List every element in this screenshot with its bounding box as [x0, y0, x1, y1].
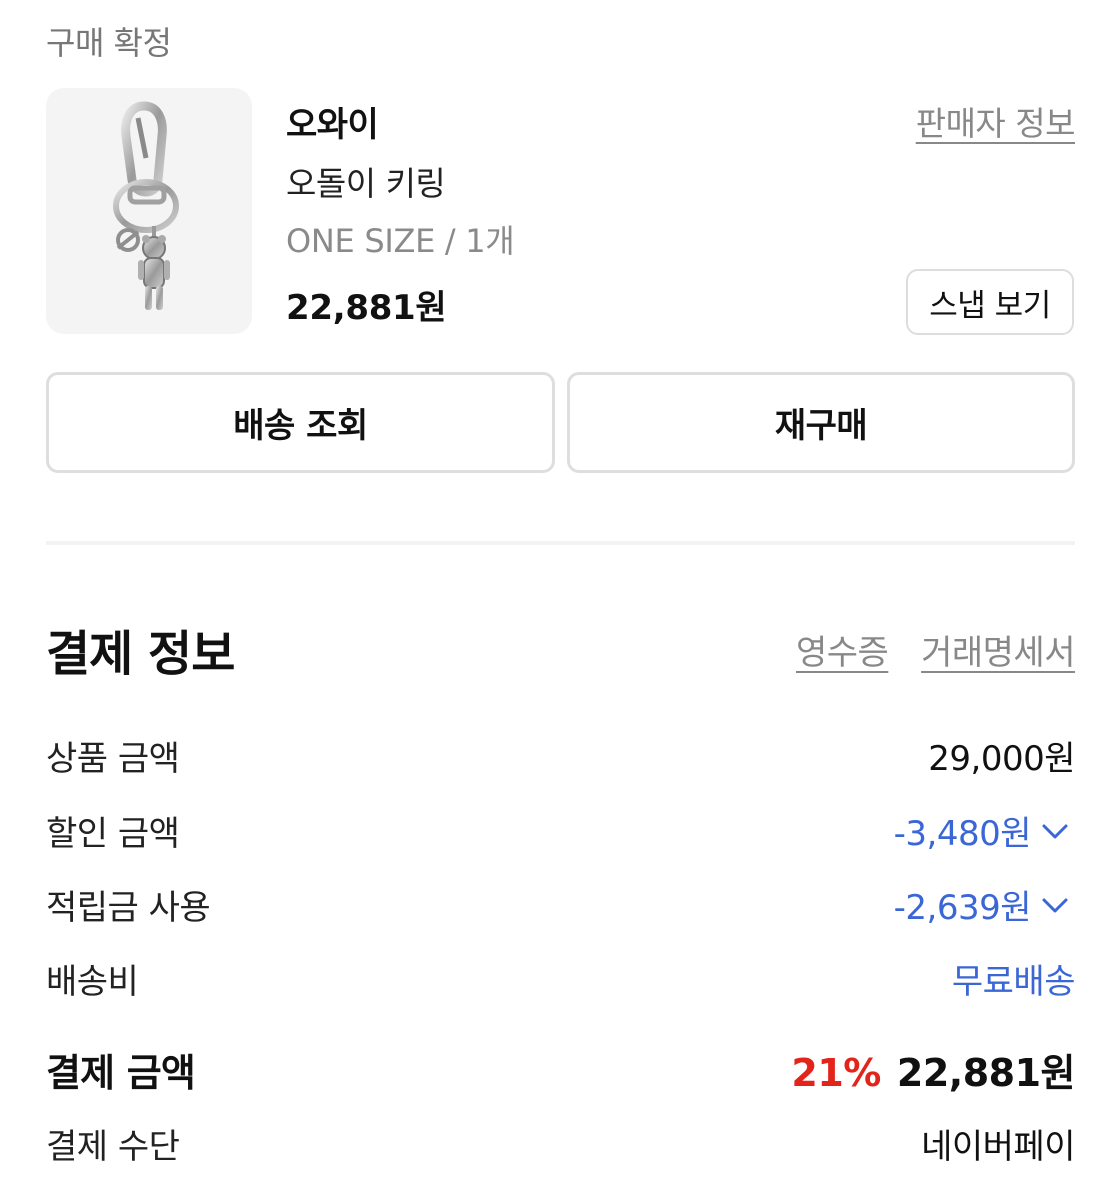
discount-amount-label: 할인 금액: [46, 814, 180, 854]
brand-name[interactable]: 오와이: [286, 97, 379, 146]
chevron-down-icon: [1042, 824, 1068, 838]
shipping-fee-value: 무료배송: [951, 954, 1076, 1003]
total-payment-value: 21% 22,881원: [791, 1042, 1075, 1097]
payment-method-label: 결제 수단: [46, 1127, 180, 1167]
points-used-label: 적립금 사용: [46, 888, 211, 928]
payment-method-value: 네이버페이: [921, 1119, 1075, 1168]
chevron-down-icon: [1042, 898, 1068, 912]
section-divider: [46, 541, 1075, 545]
track-delivery-button[interactable]: 배송 조회: [46, 372, 555, 473]
discount-amount-toggle[interactable]: -3,480원: [894, 806, 1071, 855]
shipping-fee-label: 배송비: [46, 962, 139, 1002]
points-used-toggle[interactable]: -2,639원: [894, 880, 1071, 929]
product-amount-text: 29,000원: [928, 739, 1075, 779]
product-name[interactable]: 오돌이 키링: [286, 157, 446, 205]
order-status-label: 구매 확정: [46, 24, 172, 62]
discount-amount-text: -3,480원: [893, 814, 1032, 854]
payment-method-text: 네이버페이: [921, 1127, 1075, 1167]
product-price: 22,881원: [286, 288, 447, 328]
seller-info-link[interactable]: 판매자 정보: [916, 97, 1076, 145]
discount-rate-badge: 21%: [791, 1051, 881, 1095]
transaction-statement-link[interactable]: 거래명세서: [921, 625, 1075, 674]
product-image[interactable]: [46, 88, 252, 334]
total-payment-label: 결제 금액: [46, 1051, 196, 1095]
receipt-link[interactable]: 영수증: [796, 625, 889, 674]
payment-info-title: 결제 정보: [46, 626, 235, 682]
total-payment-text: 22,881원: [896, 1051, 1076, 1095]
shipping-fee-text: 무료배송: [951, 962, 1076, 1002]
product-amount-value: 29,000원: [928, 731, 1075, 780]
product-amount-label: 상품 금액: [46, 739, 180, 779]
rebuy-button[interactable]: 재구매: [567, 372, 1075, 473]
keyring-illustration: [113, 101, 179, 310]
product-option: ONE SIZE / 1개: [286, 222, 515, 260]
points-used-text: -2,639원: [893, 888, 1032, 928]
snap-view-button[interactable]: 스냅 보기: [906, 269, 1074, 335]
